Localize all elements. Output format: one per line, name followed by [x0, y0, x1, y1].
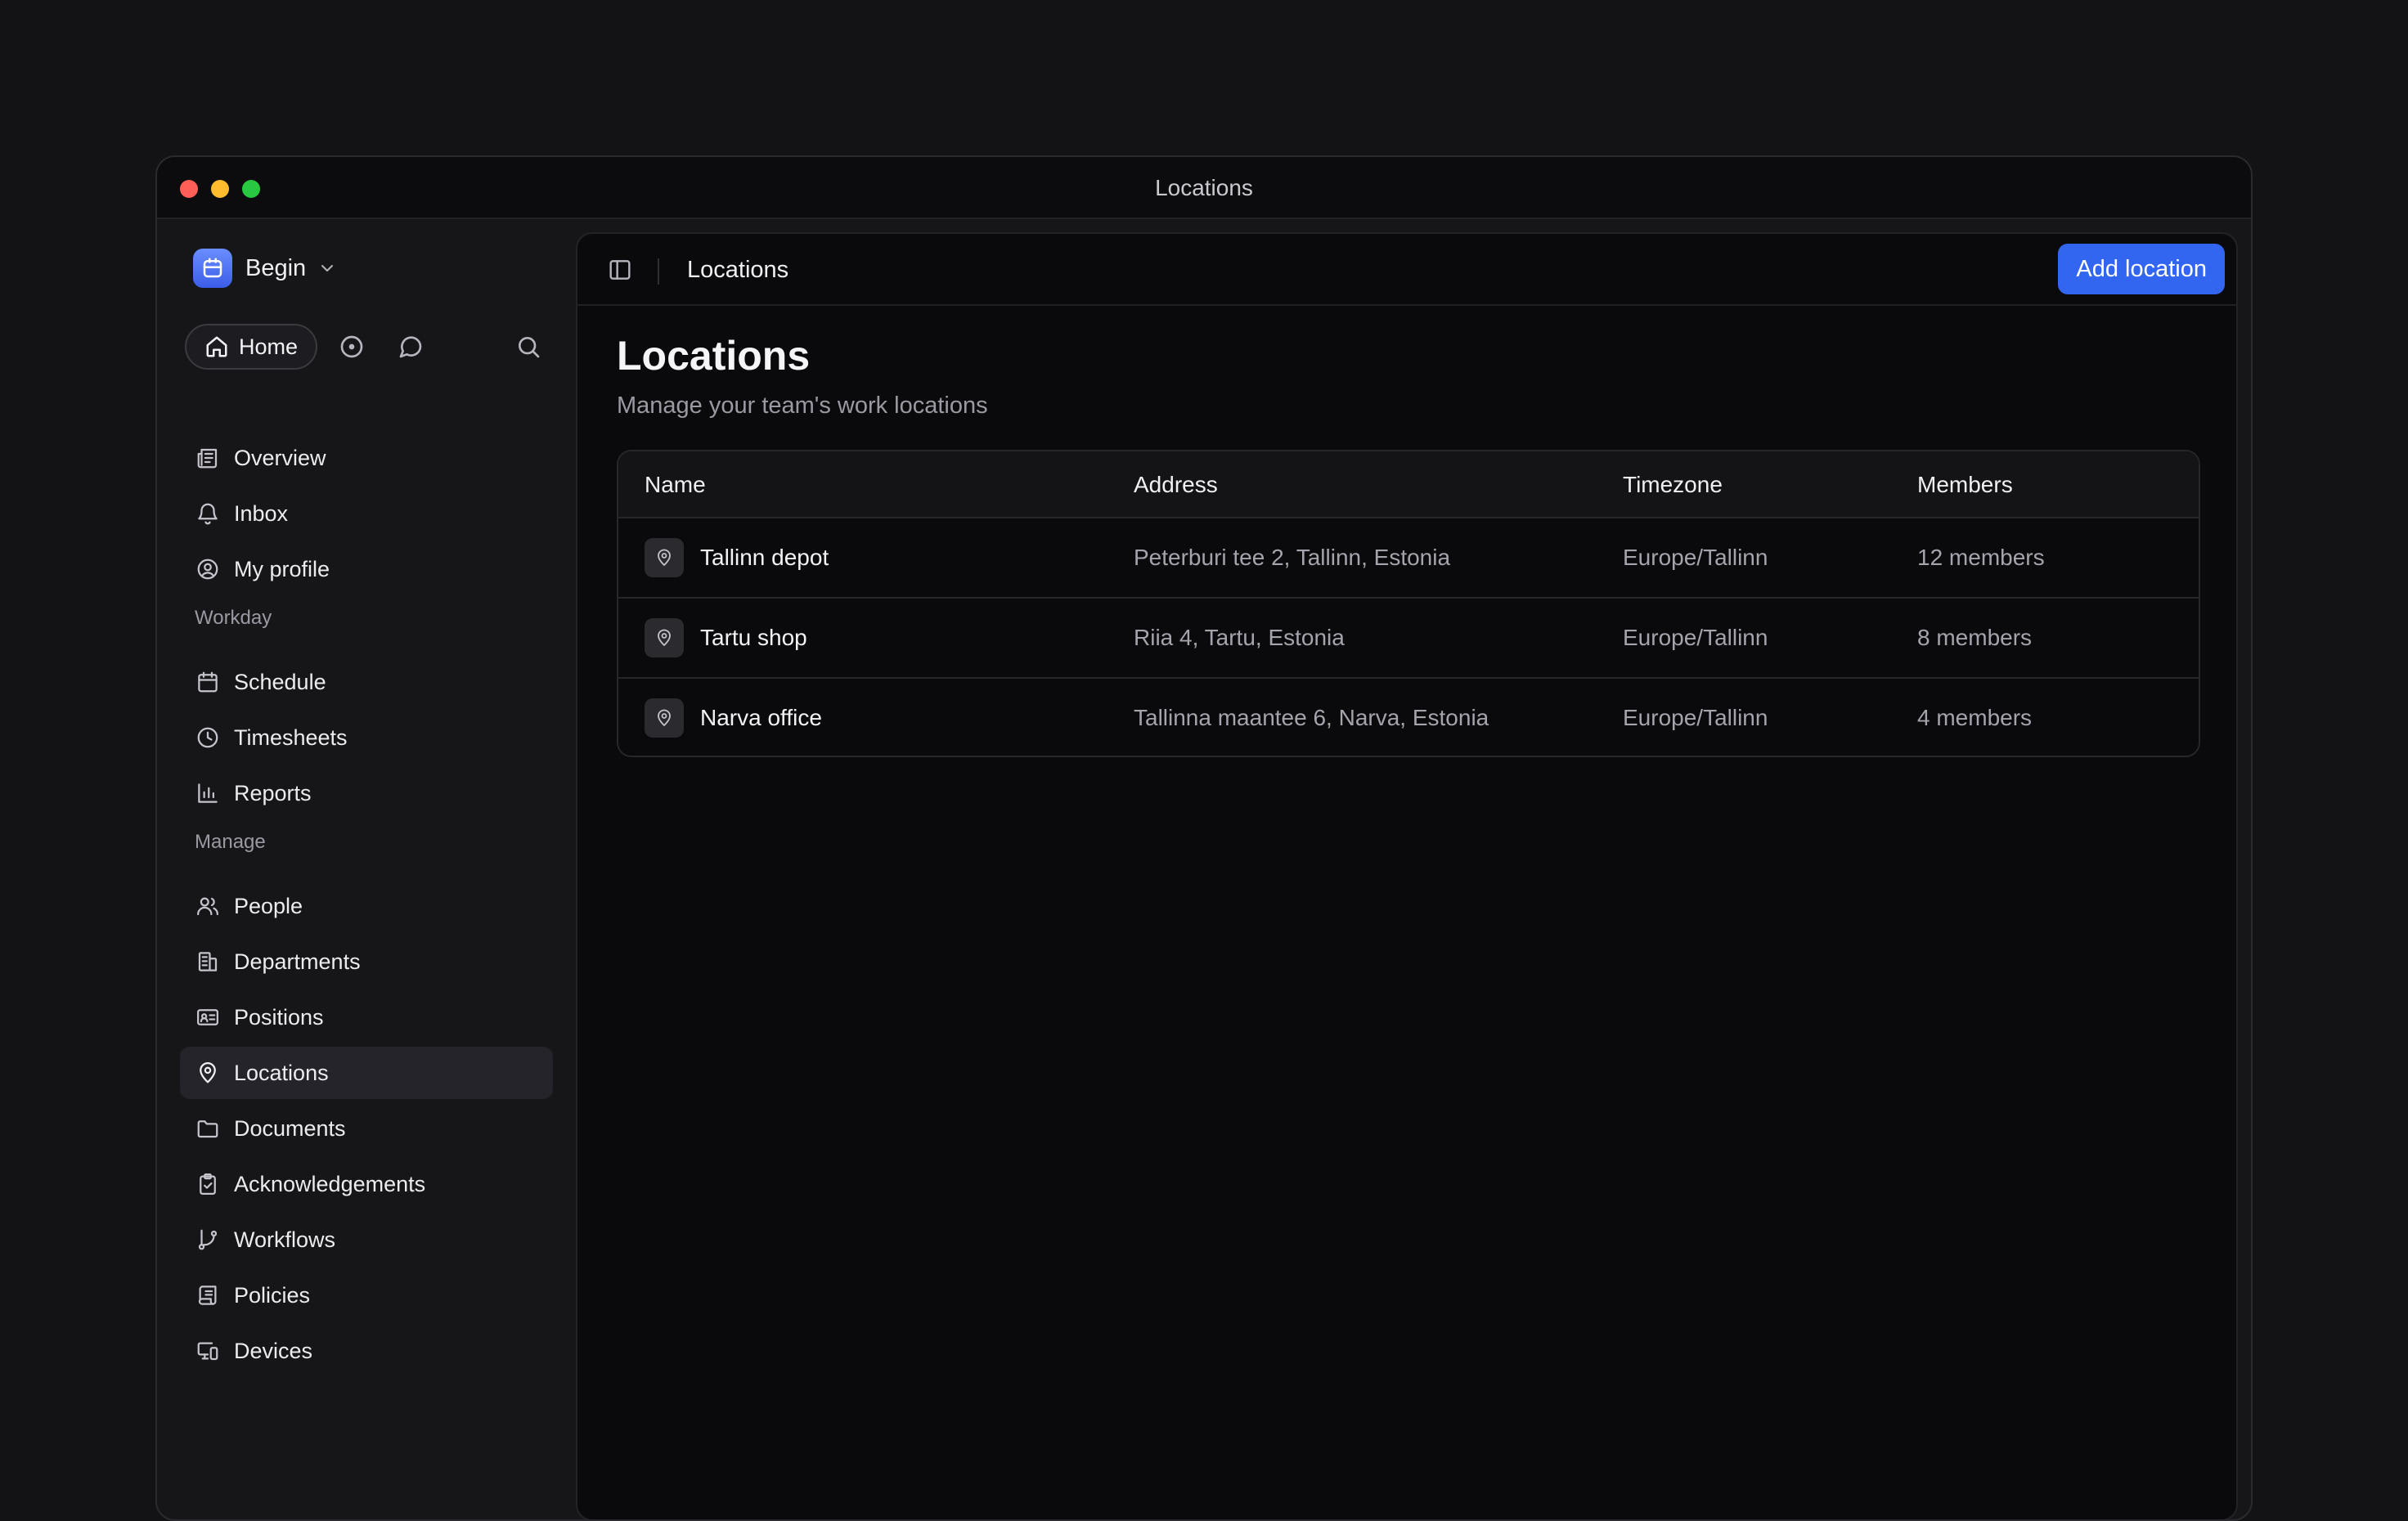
table-row[interactable]: Narva office Tallinna maantee 6, Narva, … [618, 679, 2199, 756]
sidebar-item-people[interactable]: People [180, 880, 553, 932]
location-name: Tallinn depot [700, 545, 829, 570]
workspace-switcher[interactable]: Begin [193, 249, 337, 288]
search-icon[interactable] [515, 334, 541, 360]
sidebar: Begin Home Overview Inbox My profile Wor… [157, 221, 576, 1519]
location-members: 8 members [1917, 625, 2033, 650]
sidebar-item-documents[interactable]: Documents [180, 1102, 553, 1155]
sidebar-item-label: Devices [234, 1338, 313, 1363]
title-bar: Locations [157, 157, 2251, 219]
workspace-name: Begin [245, 254, 307, 281]
sidebar-item-label: Inbox [234, 500, 289, 526]
sidebar-item-label: Acknowledgements [234, 1171, 426, 1196]
location-name: Tartu shop [700, 625, 807, 650]
table-row[interactable]: Tartu shop Riia 4, Tartu, Estonia Europe… [618, 599, 2199, 679]
calendar-icon [195, 669, 221, 695]
column-header-timezone[interactable]: Timezone [1623, 451, 1723, 518]
window-title: Locations [1155, 175, 1253, 200]
column-header-name[interactable]: Name [645, 451, 706, 518]
building-icon [195, 949, 221, 975]
sidebar-item-label: People [234, 893, 303, 918]
clock-icon [195, 725, 221, 751]
location-name: Narva office [700, 705, 822, 730]
map-pin-icon [645, 538, 684, 577]
table-header: Name Address Timezone Members [618, 451, 2199, 518]
app-window: Locations Begin Home Overview Inbox My p… [155, 155, 2253, 1521]
id-card-icon [195, 1004, 221, 1030]
sidebar-item-acknowledgements[interactable]: Acknowledgements [180, 1158, 553, 1210]
sidebar-item-positions[interactable]: Positions [180, 991, 553, 1043]
chevron-down-icon [317, 258, 337, 278]
sidebar-item-label: Workflows [234, 1227, 336, 1252]
map-pin-icon [645, 618, 684, 657]
sidebar-item-label: Departments [234, 949, 361, 974]
home-label: Home [239, 334, 299, 359]
sidebar-toggle-icon[interactable] [607, 257, 633, 283]
table-row[interactable]: Tallinn depot Peterburi tee 2, Tallinn, … [618, 518, 2199, 599]
page-title: Locations [617, 333, 811, 379]
panel-header: Locations Add location [577, 234, 2236, 306]
main-panel: Locations Add location Locations Manage … [576, 232, 2238, 1519]
location-members: 12 members [1917, 545, 2045, 570]
sidebar-item-label: Positions [234, 1004, 324, 1030]
sidebar-item-departments[interactable]: Departments [180, 935, 553, 988]
page-subtitle: Manage your team's work locations [617, 393, 988, 419]
header-divider [658, 258, 659, 285]
sidebar-item-my-profile[interactable]: My profile [180, 543, 553, 595]
sidebar-item-label: Schedule [234, 669, 326, 694]
sidebar-item-devices[interactable]: Devices [180, 1325, 553, 1377]
clipboard-check-icon [195, 1171, 221, 1197]
map-pin-icon [195, 1060, 221, 1086]
add-location-button[interactable]: Add location [2058, 244, 2225, 294]
sidebar-item-label: Documents [234, 1115, 346, 1141]
sidebar-item-inbox[interactable]: Inbox [180, 487, 553, 540]
location-address: Tallinna maantee 6, Narva, Estonia [1134, 705, 1489, 730]
sidebar-item-workflows[interactable]: Workflows [180, 1214, 553, 1266]
column-header-members[interactable]: Members [1917, 451, 2013, 518]
locations-table: Name Address Timezone Members Tallinn de… [617, 450, 2200, 757]
scroll-icon [195, 1282, 221, 1308]
sidebar-item-reports[interactable]: Reports [180, 767, 553, 819]
location-members: 4 members [1917, 705, 2033, 730]
column-header-address[interactable]: Address [1134, 451, 1218, 518]
activity-icon[interactable] [339, 334, 365, 360]
folder-icon [195, 1115, 221, 1142]
sidebar-item-schedule[interactable]: Schedule [180, 656, 553, 708]
sidebar-item-label: Overview [234, 445, 326, 470]
users-icon [195, 893, 221, 919]
bell-icon [195, 500, 221, 527]
location-timezone: Europe/Tallinn [1623, 705, 1768, 730]
sidebar-item-timesheets[interactable]: Timesheets [180, 711, 553, 764]
sidebar-item-policies[interactable]: Policies [180, 1269, 553, 1321]
newspaper-icon [195, 445, 221, 471]
location-address: Peterburi tee 2, Tallinn, Estonia [1134, 545, 1451, 570]
sidebar-item-overview[interactable]: Overview [180, 432, 553, 484]
sidebar-item-label: Reports [234, 780, 312, 805]
location-timezone: Europe/Tallinn [1623, 545, 1768, 570]
workspace-logo-icon [193, 249, 232, 288]
home-icon [206, 336, 227, 357]
sidebar-item-locations[interactable]: Locations [180, 1047, 553, 1099]
bar-chart-icon [195, 780, 221, 806]
user-circle-icon [195, 556, 221, 582]
section-label-workday: Workday [195, 607, 272, 629]
sidebar-item-label: Locations [234, 1060, 329, 1085]
sidebar-item-label: Policies [234, 1282, 311, 1308]
section-label-manage: Manage [195, 831, 266, 853]
quick-nav: Home [185, 324, 548, 370]
sidebar-item-label: My profile [234, 556, 330, 581]
location-timezone: Europe/Tallinn [1623, 625, 1768, 650]
git-branch-icon [195, 1227, 221, 1253]
devices-icon [195, 1338, 221, 1364]
header-title: Locations [687, 257, 789, 283]
location-address: Riia 4, Tartu, Estonia [1134, 625, 1345, 650]
chat-icon[interactable] [398, 334, 424, 360]
sidebar-item-label: Timesheets [234, 725, 348, 750]
map-pin-icon [645, 698, 684, 738]
home-button[interactable]: Home [185, 324, 317, 370]
